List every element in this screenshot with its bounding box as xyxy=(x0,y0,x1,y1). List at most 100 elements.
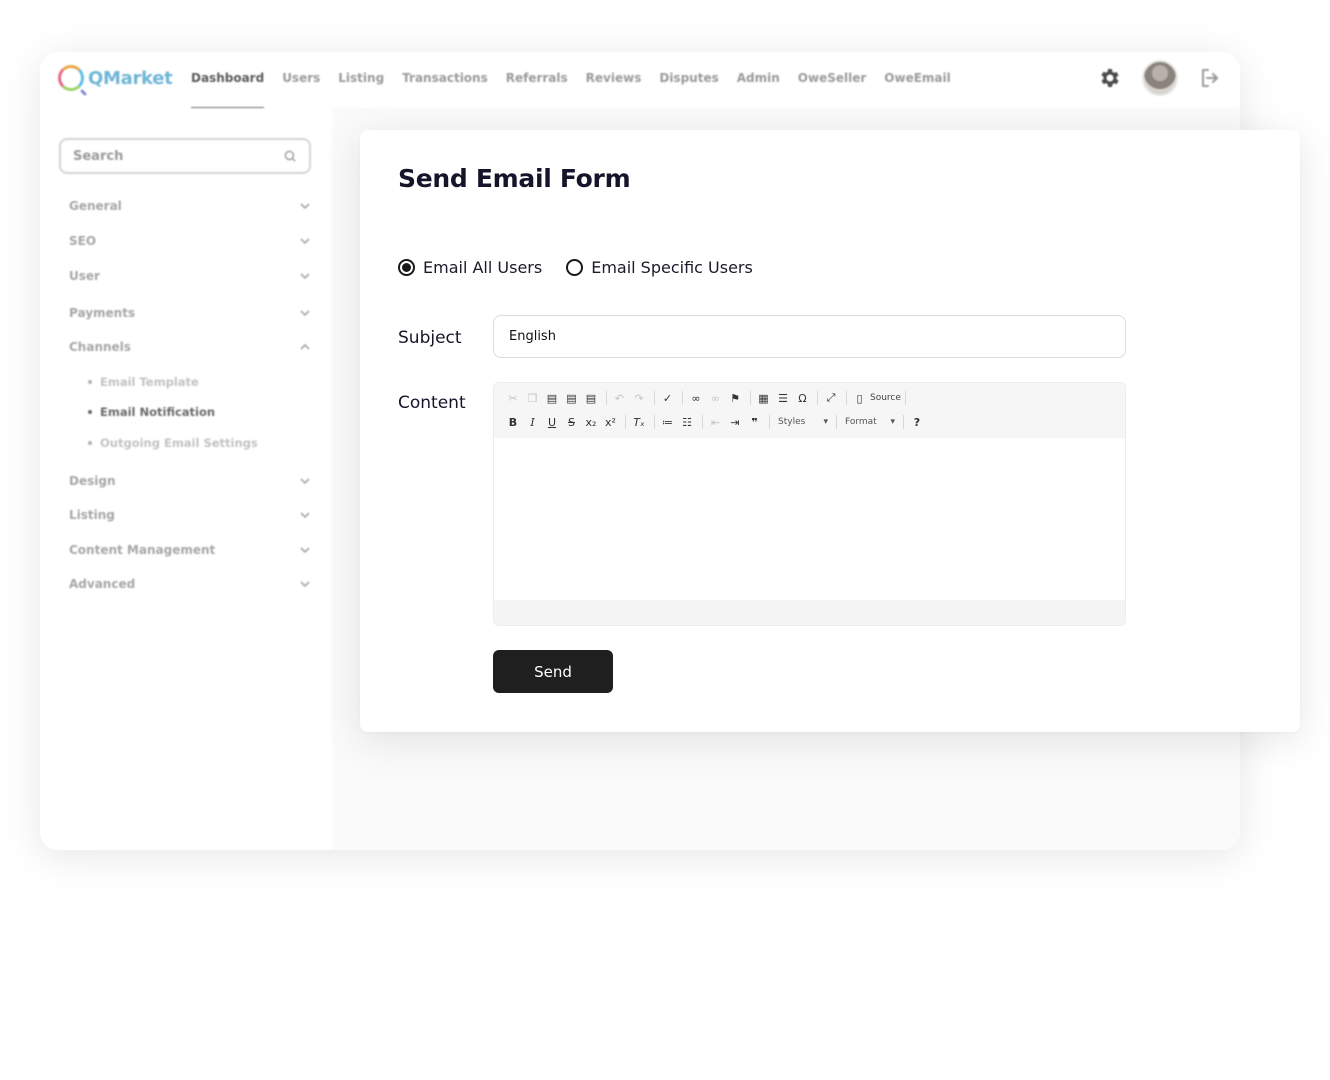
undo-icon[interactable]: ↶ xyxy=(611,389,629,407)
styles-label: Styles xyxy=(778,417,806,427)
subject-label: Subject xyxy=(398,328,462,348)
bold-icon[interactable]: B xyxy=(504,413,522,431)
chevron-down-icon xyxy=(300,310,310,317)
sidebar-subitem-email-template[interactable]: Email Template xyxy=(88,375,199,389)
search-placeholder: Search xyxy=(73,148,124,164)
sidebar-item-channels[interactable]: Channels xyxy=(69,337,311,357)
nav-oweemail[interactable]: OweEmail xyxy=(884,52,950,108)
sidebar-item-content-management[interactable]: Content Management xyxy=(69,540,311,560)
qmarket-logo-icon xyxy=(58,65,84,91)
sidebar-item-listing[interactable]: Listing xyxy=(69,505,311,525)
chevron-down-icon xyxy=(300,238,310,245)
strikethrough-icon[interactable]: S xyxy=(563,413,581,431)
unlink-icon[interactable]: ∞ xyxy=(707,389,725,407)
superscript-icon[interactable]: x² xyxy=(602,413,620,431)
indent-icon[interactable]: ⇥ xyxy=(726,413,744,431)
nav-listing[interactable]: Listing xyxy=(338,52,384,108)
sidebar-item-user[interactable]: User xyxy=(69,266,311,286)
paste-icon[interactable]: ▤ xyxy=(543,389,561,407)
maximize-icon[interactable]: ⤢ xyxy=(822,389,840,407)
outdent-icon[interactable]: ⇤ xyxy=(707,413,725,431)
chevron-down-icon xyxy=(300,273,310,280)
page-title: Send Email Form xyxy=(398,164,631,193)
source-icon[interactable]: ▯ xyxy=(851,389,869,407)
sidebar-subitem-outgoing-email-settings[interactable]: Outgoing Email Settings xyxy=(88,436,258,450)
blockquote-icon[interactable]: ❞ xyxy=(746,413,764,431)
main-nav: Dashboard Users Listing Transactions Ref… xyxy=(191,52,969,109)
sidebar-item-label: Design xyxy=(69,474,116,488)
avatar[interactable] xyxy=(1142,60,1178,96)
italic-icon[interactable]: I xyxy=(524,413,542,431)
radio-email-all-users[interactable]: Email All Users xyxy=(398,258,542,277)
recipient-radio-group: Email All Users Email Specific Users xyxy=(398,258,777,277)
source-button-label[interactable]: Source xyxy=(870,393,901,403)
chevron-down-icon xyxy=(300,547,310,554)
styles-dropdown[interactable]: Styles ▾ xyxy=(774,417,832,427)
search-icon xyxy=(284,150,296,162)
format-dropdown[interactable]: Format ▾ xyxy=(841,417,899,427)
nav-transactions[interactable]: Transactions xyxy=(402,52,488,108)
brand-logo[interactable]: QMarket xyxy=(58,65,173,91)
bullet-icon xyxy=(88,380,92,384)
nav-reviews[interactable]: Reviews xyxy=(586,52,642,108)
chevron-down-icon xyxy=(300,203,310,210)
nav-admin[interactable]: Admin xyxy=(737,52,780,108)
remove-format-icon[interactable]: Tₓ xyxy=(630,413,648,431)
radio-checked-icon xyxy=(398,259,415,276)
bulleted-list-icon[interactable]: ☷ xyxy=(678,413,696,431)
sidebar-item-payments[interactable]: Payments xyxy=(69,303,311,323)
editor-status-bar xyxy=(494,600,1125,625)
sidebar-item-design[interactable]: Design xyxy=(69,471,311,491)
spellcheck-icon[interactable]: ✓ xyxy=(659,389,677,407)
link-icon[interactable]: ∞ xyxy=(687,389,705,407)
nav-users[interactable]: Users xyxy=(282,52,320,108)
content-label: Content xyxy=(398,393,466,413)
cut-icon[interactable]: ✂ xyxy=(504,389,522,407)
sidebar-item-label: Listing xyxy=(69,508,115,522)
sidebar-item-advanced[interactable]: Advanced xyxy=(69,574,311,594)
sidebar-subitem-email-notification[interactable]: Email Notification xyxy=(88,405,215,419)
table-icon[interactable]: ▦ xyxy=(755,389,773,407)
subject-input[interactable] xyxy=(493,315,1126,358)
horizontal-line-icon[interactable]: ☰ xyxy=(774,389,792,407)
format-label: Format xyxy=(845,417,877,427)
redo-icon[interactable]: ↷ xyxy=(630,389,648,407)
anchor-flag-icon[interactable]: ⚑ xyxy=(726,389,744,407)
sidebar-subitem-label: Email Template xyxy=(100,375,199,389)
sidebar-search-input[interactable]: Search xyxy=(59,138,311,174)
chevron-down-icon xyxy=(300,512,310,519)
sidebar-item-label: SEO xyxy=(69,234,97,248)
nav-disputes[interactable]: Disputes xyxy=(659,52,718,108)
paste-text-icon[interactable]: ▤ xyxy=(563,389,581,407)
editor-content-area[interactable] xyxy=(494,438,1125,600)
sidebar-item-label: General xyxy=(69,199,122,213)
sidebar-item-general[interactable]: General xyxy=(69,196,311,216)
sidebar-item-seo[interactable]: SEO xyxy=(69,231,311,251)
logout-icon[interactable] xyxy=(1198,66,1222,90)
bullet-icon xyxy=(88,410,92,414)
sidebar-subitem-label: Outgoing Email Settings xyxy=(100,436,258,450)
chevron-down-icon xyxy=(300,478,310,485)
top-actions xyxy=(1098,60,1222,96)
gear-icon[interactable] xyxy=(1098,66,1122,90)
help-icon[interactable]: ? xyxy=(908,413,926,431)
nav-oweseller[interactable]: OweSeller xyxy=(798,52,867,108)
copy-icon[interactable]: ❐ xyxy=(524,389,542,407)
settings-sidebar: Search General SEO User Payments Channel… xyxy=(40,108,332,850)
paste-word-icon[interactable]: ▤ xyxy=(582,389,600,407)
subscript-icon[interactable]: x₂ xyxy=(582,413,600,431)
radio-unchecked-icon xyxy=(566,259,584,276)
toolbar-row-2: B I U S x₂ x² Tₓ ≔ ☷ ⇤ ⇥ ❞ Styles ▾ Form… xyxy=(504,412,928,432)
sidebar-item-label: Payments xyxy=(69,306,136,320)
chevron-down-icon xyxy=(300,581,310,588)
editor-toolbar: ✂ ❐ ▤ ▤ ▤ ↶ ↷ ✓ ∞ ∞ ⚑ ▦ ☰ Ω ⤢ ▯ Source B… xyxy=(494,383,1125,438)
radio-email-specific-users[interactable]: Email Specific Users xyxy=(566,258,753,277)
rich-text-editor: ✂ ❐ ▤ ▤ ▤ ↶ ↷ ✓ ∞ ∞ ⚑ ▦ ☰ Ω ⤢ ▯ Source B… xyxy=(493,382,1126,626)
nav-referrals[interactable]: Referrals xyxy=(506,52,568,108)
underline-icon[interactable]: U xyxy=(543,413,561,431)
numbered-list-icon[interactable]: ≔ xyxy=(659,413,677,431)
special-char-icon[interactable]: Ω xyxy=(794,389,812,407)
brand-name: QMarket xyxy=(88,67,173,89)
nav-dashboard[interactable]: Dashboard xyxy=(191,52,265,109)
send-button[interactable]: Send xyxy=(493,650,613,693)
